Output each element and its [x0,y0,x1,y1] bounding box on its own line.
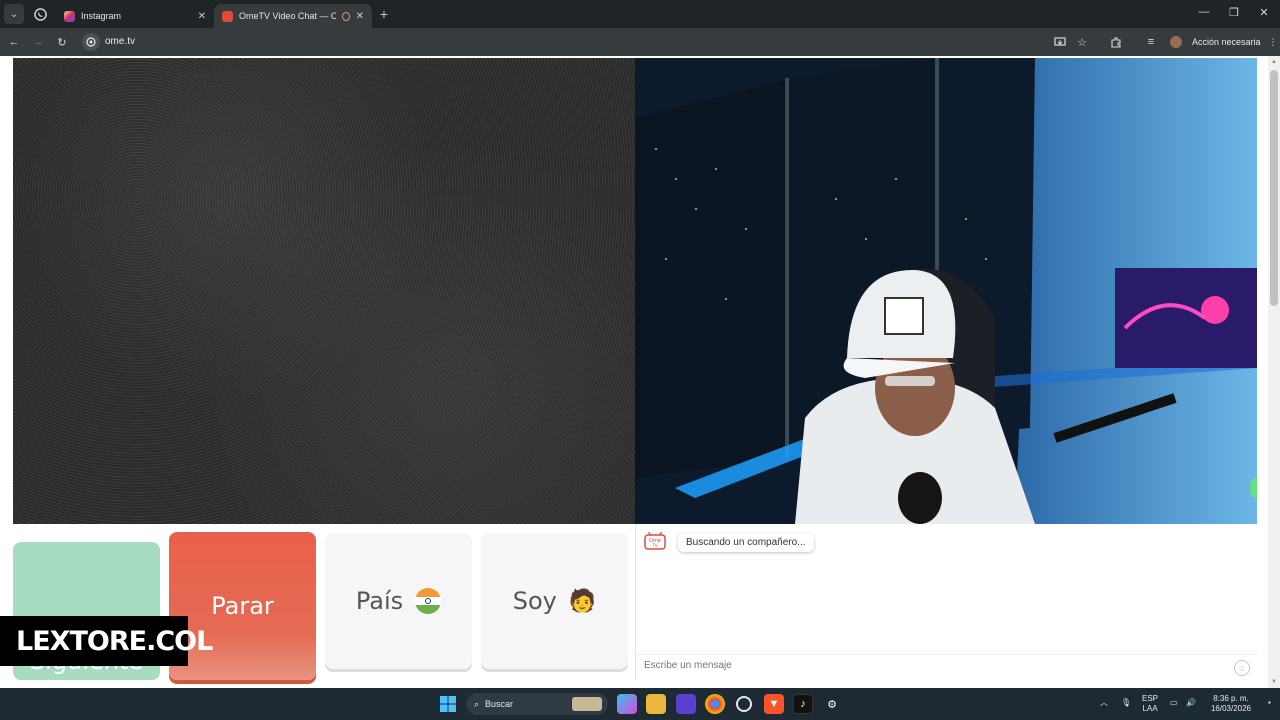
site-info-icon[interactable] [82,33,100,51]
ometv-logo-icon: Ome TV [644,531,666,550]
stop-button[interactable]: Parar [169,532,316,680]
kebab-menu-icon[interactable]: ⋮ [1269,37,1278,48]
search-label: Buscar [485,699,514,709]
boy-face-icon: 🧑 [568,588,597,614]
browser-toolbar: ← → ↻ ☆ ≡ [0,28,1280,56]
restore-icon[interactable]: ❐ [1224,6,1244,19]
language-indicator[interactable]: ESP LAA [1142,694,1158,714]
language-top: ESP [1142,694,1159,703]
close-tab-icon[interactable]: ✕ [198,11,206,22]
search-icon: ⌕ [474,698,480,709]
message-input[interactable] [644,660,1214,671]
status-message: Buscando un compañero... [678,533,814,552]
app-icon[interactable] [676,694,696,714]
volume-icon[interactable]: 🔊 [1186,698,1196,708]
extensions-icon[interactable] [1107,33,1125,51]
settings-gear-icon[interactable]: ⚙ [822,694,842,714]
clock-date: 16/03/2026 [1210,704,1252,713]
chat-panel: Ome TV Buscando un compañero... ☺ [635,524,1258,680]
minimize-icon[interactable]: — [1194,6,1214,18]
install-app-icon[interactable] [1051,33,1069,51]
taskbar-search[interactable]: ⌕ Buscar [466,693,608,715]
page-scrollbar[interactable]: ▲ ▼ [1268,56,1280,688]
reload-icon[interactable]: ↻ [53,33,71,51]
scroll-down-icon[interactable]: ▼ [1270,678,1278,686]
windows-taskbar: ⌕ Buscar ▼ ♪ ⚙ ︿ 🎙 ESP LAA ▭ 🔊 8:36 p. m… [0,688,1280,720]
close-tab-icon[interactable]: ✕ [356,11,364,22]
country-button[interactable]: País [325,533,472,669]
tab-instagram[interactable]: Instagram ✕ [56,4,214,28]
scrollbar-thumb[interactable] [1270,70,1278,306]
action-required-button[interactable]: Acción necesaria ⋮ [1192,33,1278,51]
remote-video-feed [635,58,1257,524]
language-bottom: LAA [1142,704,1158,713]
page-content: Siguiente Parar País Soy 🧑 Ome TV Buscan… [0,56,1280,710]
microphone-icon[interactable]: 🎙 [1121,698,1131,708]
remote-video-scene [635,58,1257,524]
back-icon[interactable]: ← [5,33,23,51]
svg-text:TV: TV [651,543,657,548]
tab-title: Instagram [81,11,122,21]
whatsapp-pinned-tab-icon[interactable] [30,4,50,24]
address-bar[interactable] [80,31,1100,53]
chrome-icon[interactable] [705,694,725,714]
url-text[interactable]: ome.tv [105,36,135,47]
watermark-text: LEXTORE.COL [16,625,213,657]
ometv-favicon-icon [222,10,233,22]
close-window-icon[interactable]: ✕ [1254,6,1274,19]
windows-start-icon[interactable] [438,694,458,714]
tab-ometv[interactable]: OmeTV Video Chat — Ome ✕ [214,4,372,28]
brave-icon[interactable]: ▼ [764,694,784,714]
instagram-icon [64,10,75,22]
profile-avatar[interactable] [1167,33,1185,51]
browser-tab-strip: ⌄ Instagram ✕ OmeTV Video Chat — Ome ✕ +… [0,0,1280,28]
chat-input-row: ☺ [636,654,1258,680]
tab-title: OmeTV Video Chat — Ome [239,11,336,21]
recording-indicator-icon [341,11,350,21]
show-hidden-icons-icon[interactable]: ︿ [1100,698,1108,708]
tiktok-icon[interactable]: ♪ [793,694,813,714]
clock[interactable]: 8:36 p. m. 16/03/2026 [1206,694,1256,714]
file-explorer-icon[interactable] [646,694,666,714]
tab-search-chevron-icon[interactable]: ⌄ [4,4,24,24]
gender-button[interactable]: Soy 🧑 [481,533,628,669]
action-required-label: Acción necesaria [1192,37,1261,47]
obs-icon[interactable] [734,694,754,714]
watermark-overlay: LEXTORE.COL [0,616,213,666]
new-tab-icon[interactable]: + [374,4,394,24]
media-controls-icon[interactable]: ≡ [1142,33,1160,51]
network-icon[interactable]: ▭ [1170,698,1178,708]
forward-icon[interactable]: → [29,33,47,51]
country-button-label: País [355,587,404,615]
india-flag-icon [415,588,442,614]
local-video-feed [13,58,635,524]
stop-button-label: Parar [211,592,274,620]
scroll-up-icon[interactable]: ▲ [1270,58,1278,66]
gender-button-label: Soy [512,587,557,615]
notifications-icon[interactable]: ▪ [1268,698,1271,708]
search-highlight-icon [572,697,602,711]
emoji-icon[interactable]: ☺ [1234,660,1250,676]
clock-time: 8:36 p. m. [1213,694,1249,703]
copilot-icon[interactable] [617,694,637,714]
bookmark-star-icon[interactable]: ☆ [1073,33,1091,51]
